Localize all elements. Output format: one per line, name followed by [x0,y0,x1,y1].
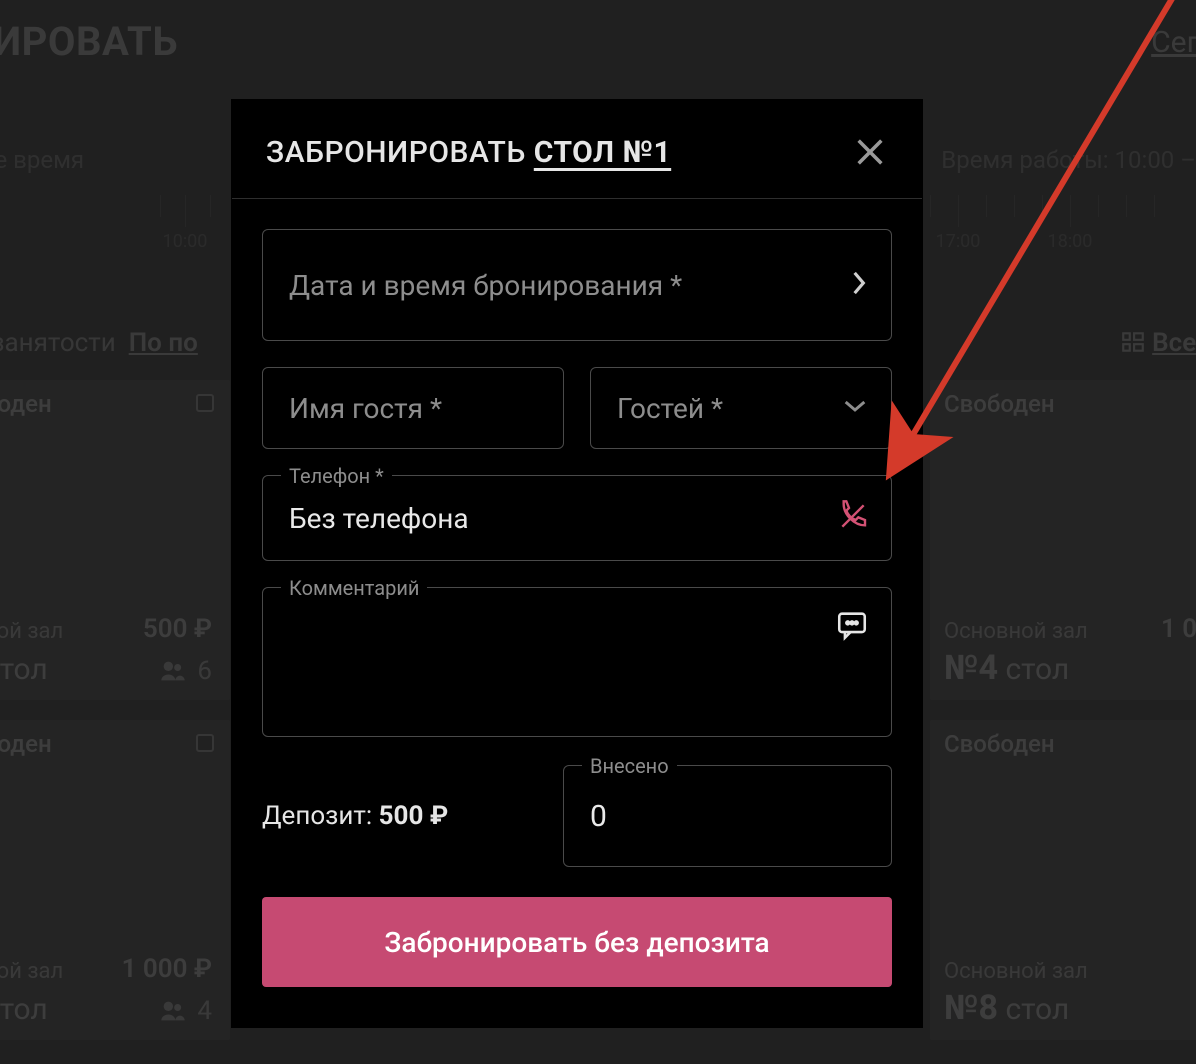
datetime-field[interactable]: Дата и время бронирования * [262,229,892,341]
guest-name-placeholder: Имя гостя * [289,392,442,425]
close-button[interactable] [852,134,888,170]
deposit-paid-legend: Внесено [582,754,677,778]
phone-field[interactable]: Телефон * Без телефона [262,475,892,561]
close-icon [853,135,887,169]
chevron-down-icon [843,398,867,418]
modal-title: ЗАБРОНИРОВАТЬ СТОЛ №1 [266,135,671,170]
comment-legend: Комментарий [281,576,427,600]
comment-field[interactable]: Комментарий [262,587,892,737]
phone-legend: Телефон * [281,464,392,488]
phone-value: Без телефона [289,502,469,535]
deposit-label: Депозит: 500 ₽ [262,801,537,831]
deposit-paid-field[interactable]: Внесено 0 [563,765,892,867]
submit-button[interactable]: Забронировать без депозита [262,897,892,987]
deposit-paid-value: 0 [590,799,607,834]
modal-title-prefix: ЗАБРОНИРОВАТЬ [266,135,526,170]
guest-name-field[interactable]: Имя гостя * [262,367,564,449]
comment-icon[interactable] [835,608,869,646]
deposit-amount: 500 ₽ [379,801,449,831]
guest-count-field[interactable]: Гостей * [590,367,892,449]
chevron-right-icon [851,270,867,300]
booking-modal: ЗАБРОНИРОВАТЬ СТОЛ №1 Дата и время брони… [232,100,922,1027]
deposit-label-prefix: Депозит: [262,801,372,831]
guest-count-placeholder: Гостей * [617,392,723,425]
modal-header: ЗАБРОНИРОВАТЬ СТОЛ №1 [232,100,922,199]
no-phone-icon[interactable] [837,500,869,536]
submit-label: Забронировать без депозита [384,926,769,959]
modal-body: Дата и время бронирования * Имя гостя * … [232,199,922,867]
modal-table-name[interactable]: СТОЛ №1 [534,135,671,170]
deposit-row: Депозит: 500 ₽ Внесено 0 [262,765,892,867]
datetime-placeholder: Дата и время бронирования * [289,269,682,302]
